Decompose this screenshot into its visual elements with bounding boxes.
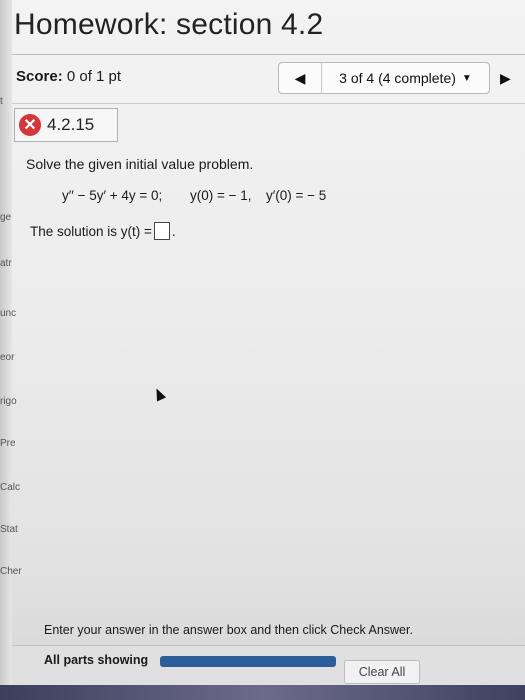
score-value: 0 of 1 pt (66, 68, 122, 85)
next-question-button[interactable]: ▶ (500, 70, 511, 87)
question-id-badge: ✕ 4.2.15 (14, 108, 118, 142)
sidebar-fragment[interactable]: Pre (0, 438, 16, 449)
differential-equation: y′′ − 5y′ + 4y = 0; (62, 188, 163, 203)
score-label: Score: (16, 68, 63, 85)
score-text: Score: 0 of 1 pt (16, 68, 121, 85)
homework-page: t ge atr unc eor rigo Pre Calc Stat Cher… (0, 0, 525, 700)
sidebar-fragment[interactable]: Calc (0, 482, 20, 493)
sidebar-fragment[interactable]: unc (0, 308, 16, 319)
clear-all-button[interactable]: Clear All (344, 660, 420, 684)
question-navigator: ◀ 3 of 4 (4 complete) ▼ (278, 62, 490, 94)
incorrect-x-icon: ✕ (19, 114, 41, 136)
bottom-bar: All parts showing Clear All (12, 645, 525, 686)
answer-input[interactable] (153, 222, 170, 240)
score-bar: Score: 0 of 1 pt ◀ 3 of 4 (4 complete) ▼… (12, 54, 525, 104)
sidebar-fragment[interactable]: ge (0, 212, 11, 223)
os-taskbar (0, 685, 525, 700)
page-title: Homework: section 4.2 (14, 8, 324, 41)
question-select-dropdown[interactable]: 3 of 4 (4 complete) ▼ (322, 70, 489, 86)
sidebar-fragment: t (0, 96, 3, 107)
sidebar-fragment[interactable]: rigo (0, 396, 17, 407)
left-sidebar-edge: t ge atr unc eor rigo Pre Calc Stat Cher (0, 0, 22, 700)
sidebar-fragment[interactable]: Stat (0, 524, 18, 535)
initial-condition-1: y(0) = − 1, (190, 188, 252, 203)
sidebar-fragment[interactable]: eor (0, 352, 14, 363)
right-triangle-icon: ▶ (500, 70, 511, 86)
solution-line: The solution is y(t) = . (30, 222, 176, 240)
sidebar-fragment[interactable]: Cher (0, 566, 22, 577)
mouse-pointer-icon (151, 386, 167, 402)
solution-period: . (171, 223, 176, 239)
down-triangle-icon: ▼ (461, 72, 472, 84)
solution-label: The solution is y(t) = (30, 223, 152, 239)
question-id: 4.2.15 (47, 115, 95, 134)
initial-condition-2: y′(0) = − 5 (266, 188, 327, 203)
progress-bar (160, 656, 336, 667)
question-position-text: 3 of 4 (4 complete) (339, 70, 456, 86)
parts-showing-label: All parts showing (44, 653, 149, 667)
left-triangle-icon: ◀ (294, 69, 306, 86)
sidebar-fragment[interactable]: atr (0, 258, 12, 269)
previous-question-button[interactable]: ◀ (279, 63, 322, 93)
instructions-text: Enter your answer in the answer box and … (44, 623, 413, 637)
question-prompt: Solve the given initial value problem. (26, 156, 254, 172)
